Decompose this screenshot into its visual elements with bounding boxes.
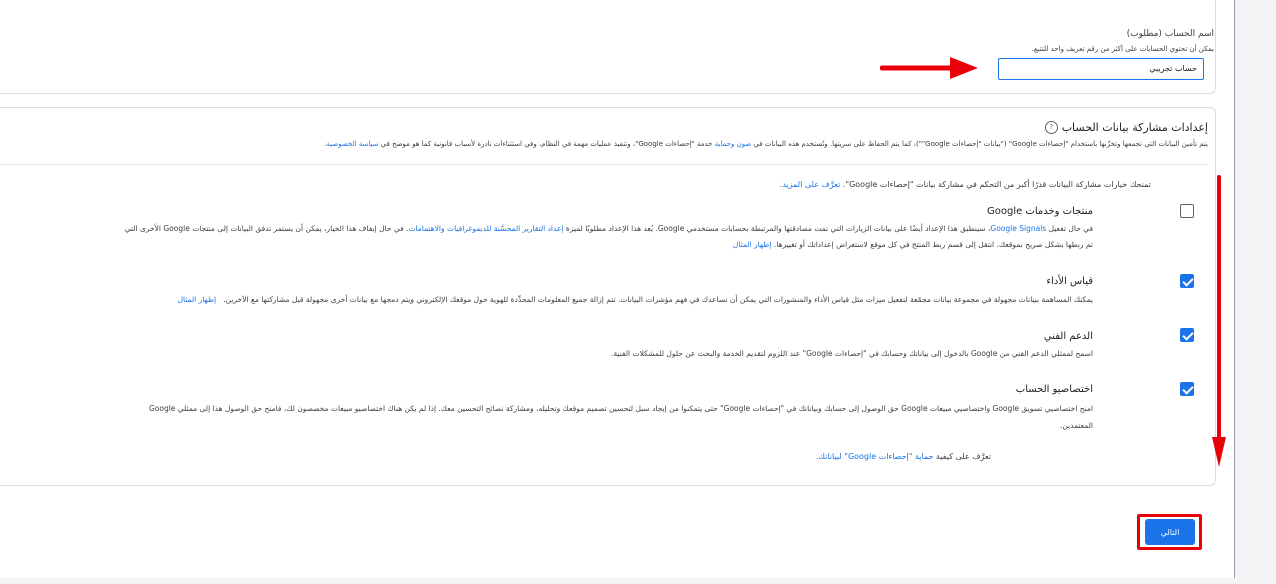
opt1-text-c: . في حال إيقاف هذا الخيار، يمكن أن يستمر… bbox=[124, 224, 409, 233]
data-protection-link[interactable]: حماية "إحصاءات Google" لبياناتك bbox=[818, 452, 933, 461]
next-button[interactable]: التالي bbox=[1145, 519, 1195, 545]
sharing-intro: تمنحك خيارات مشاركة البيانات قدرًا أكبر … bbox=[780, 180, 1151, 189]
data-protection-note: تعرَّف على كيفية حماية "إحصاءات Google" … bbox=[816, 452, 991, 461]
data-sharing-title: إعدادات مشاركة بيانات الحساب ? bbox=[1044, 121, 1208, 134]
data-sharing-description: يتم تأمين البيانات التي تجمعها وتخزّنها … bbox=[324, 140, 1208, 148]
annotation-arrow-down-icon bbox=[1212, 175, 1226, 467]
footer-prefix: تعرَّف على كيفية bbox=[933, 452, 991, 461]
account-specialists-title: اختصاصيو الحساب bbox=[1015, 384, 1093, 395]
opt2-text: يمكنك المساهمة ببيانات مجهولة في مجموعة … bbox=[223, 295, 1093, 304]
technical-support-title: الدعم الفني bbox=[1043, 331, 1093, 342]
privacy-policy-link[interactable]: سياسة الخصوصية bbox=[326, 140, 378, 148]
products-services-desc-2: تم ربطها بشكل صريح بموقعك. انتقل إلى قسم… bbox=[733, 240, 1093, 249]
demographics-reporting-link[interactable]: إعداد التقارير المحسَّنة للديموغرافيات و… bbox=[408, 224, 563, 233]
page-right-border bbox=[1234, 0, 1235, 584]
products-services-desc-1: في حال تفعيل Google Signals، سينطبق هذا … bbox=[125, 224, 1093, 233]
google-signals-link[interactable]: Google Signals bbox=[990, 224, 1046, 233]
account-name-input[interactable]: حساب تجريبي bbox=[998, 58, 1204, 80]
account-specialists-desc-2: المعتمدين. bbox=[1059, 421, 1093, 430]
divider bbox=[0, 164, 1208, 165]
products-services-title: منتجات وخدمات Google bbox=[986, 206, 1093, 217]
bottom-strip bbox=[0, 578, 1276, 584]
annotation-arrow-left-icon bbox=[880, 57, 978, 79]
desc-start: يتم تأمين البيانات التي تجمعها وتخزّنها … bbox=[751, 140, 1208, 148]
data-sharing-title-text: إعدادات مشاركة بيانات الحساب bbox=[1061, 121, 1208, 134]
safeguard-link[interactable]: صون وحماية bbox=[715, 140, 752, 148]
technical-support-checkbox[interactable] bbox=[1180, 328, 1194, 342]
opt1-text-a: في حال تفعيل bbox=[1046, 224, 1093, 233]
account-name-help: يمكن أن تحتوي الحسابات على أكثر من رقم ت… bbox=[1031, 45, 1214, 53]
desc-middle: خدمة "إحصاءات Google"، وتنفيذ عمليات مهم… bbox=[378, 140, 715, 148]
benchmarking-title: قياس الأداء bbox=[1046, 276, 1093, 287]
page: اسم الحساب (مطلوب) يمكن أن تحتوي الحسابا… bbox=[0, 0, 1234, 584]
account-specialists-checkbox[interactable] bbox=[1180, 382, 1194, 396]
show-example-link-2[interactable]: إظهار المثال bbox=[178, 295, 217, 304]
learn-more-link[interactable]: تعرَّف على المزيد. bbox=[780, 180, 841, 189]
opt1-text-b: ، سينطبق هذا الإعداد أيضًا على بيانات ال… bbox=[563, 224, 991, 233]
show-example-link-1[interactable]: إظهار المثال bbox=[733, 240, 772, 249]
technical-support-desc: اسمح لممثلي الدعم الفني من Google بالدخو… bbox=[611, 349, 1093, 358]
products-services-checkbox[interactable] bbox=[1180, 204, 1194, 218]
help-icon[interactable]: ? bbox=[1044, 121, 1058, 134]
intro-text: تمنحك خيارات مشاركة البيانات قدرًا أكبر … bbox=[840, 180, 1151, 189]
benchmarking-desc: يمكنك المساهمة ببيانات مجهولة في مجموعة … bbox=[178, 295, 1093, 304]
account-name-label: اسم الحساب (مطلوب) bbox=[1126, 29, 1214, 39]
opt1-text-d: تم ربطها بشكل صريح بموقعك. انتقل إلى قسم… bbox=[771, 240, 1093, 249]
account-specialists-desc-1: امنح اختصاصيي تسويق Google واختصاصيي مبي… bbox=[148, 404, 1093, 413]
benchmarking-checkbox[interactable] bbox=[1180, 274, 1194, 288]
